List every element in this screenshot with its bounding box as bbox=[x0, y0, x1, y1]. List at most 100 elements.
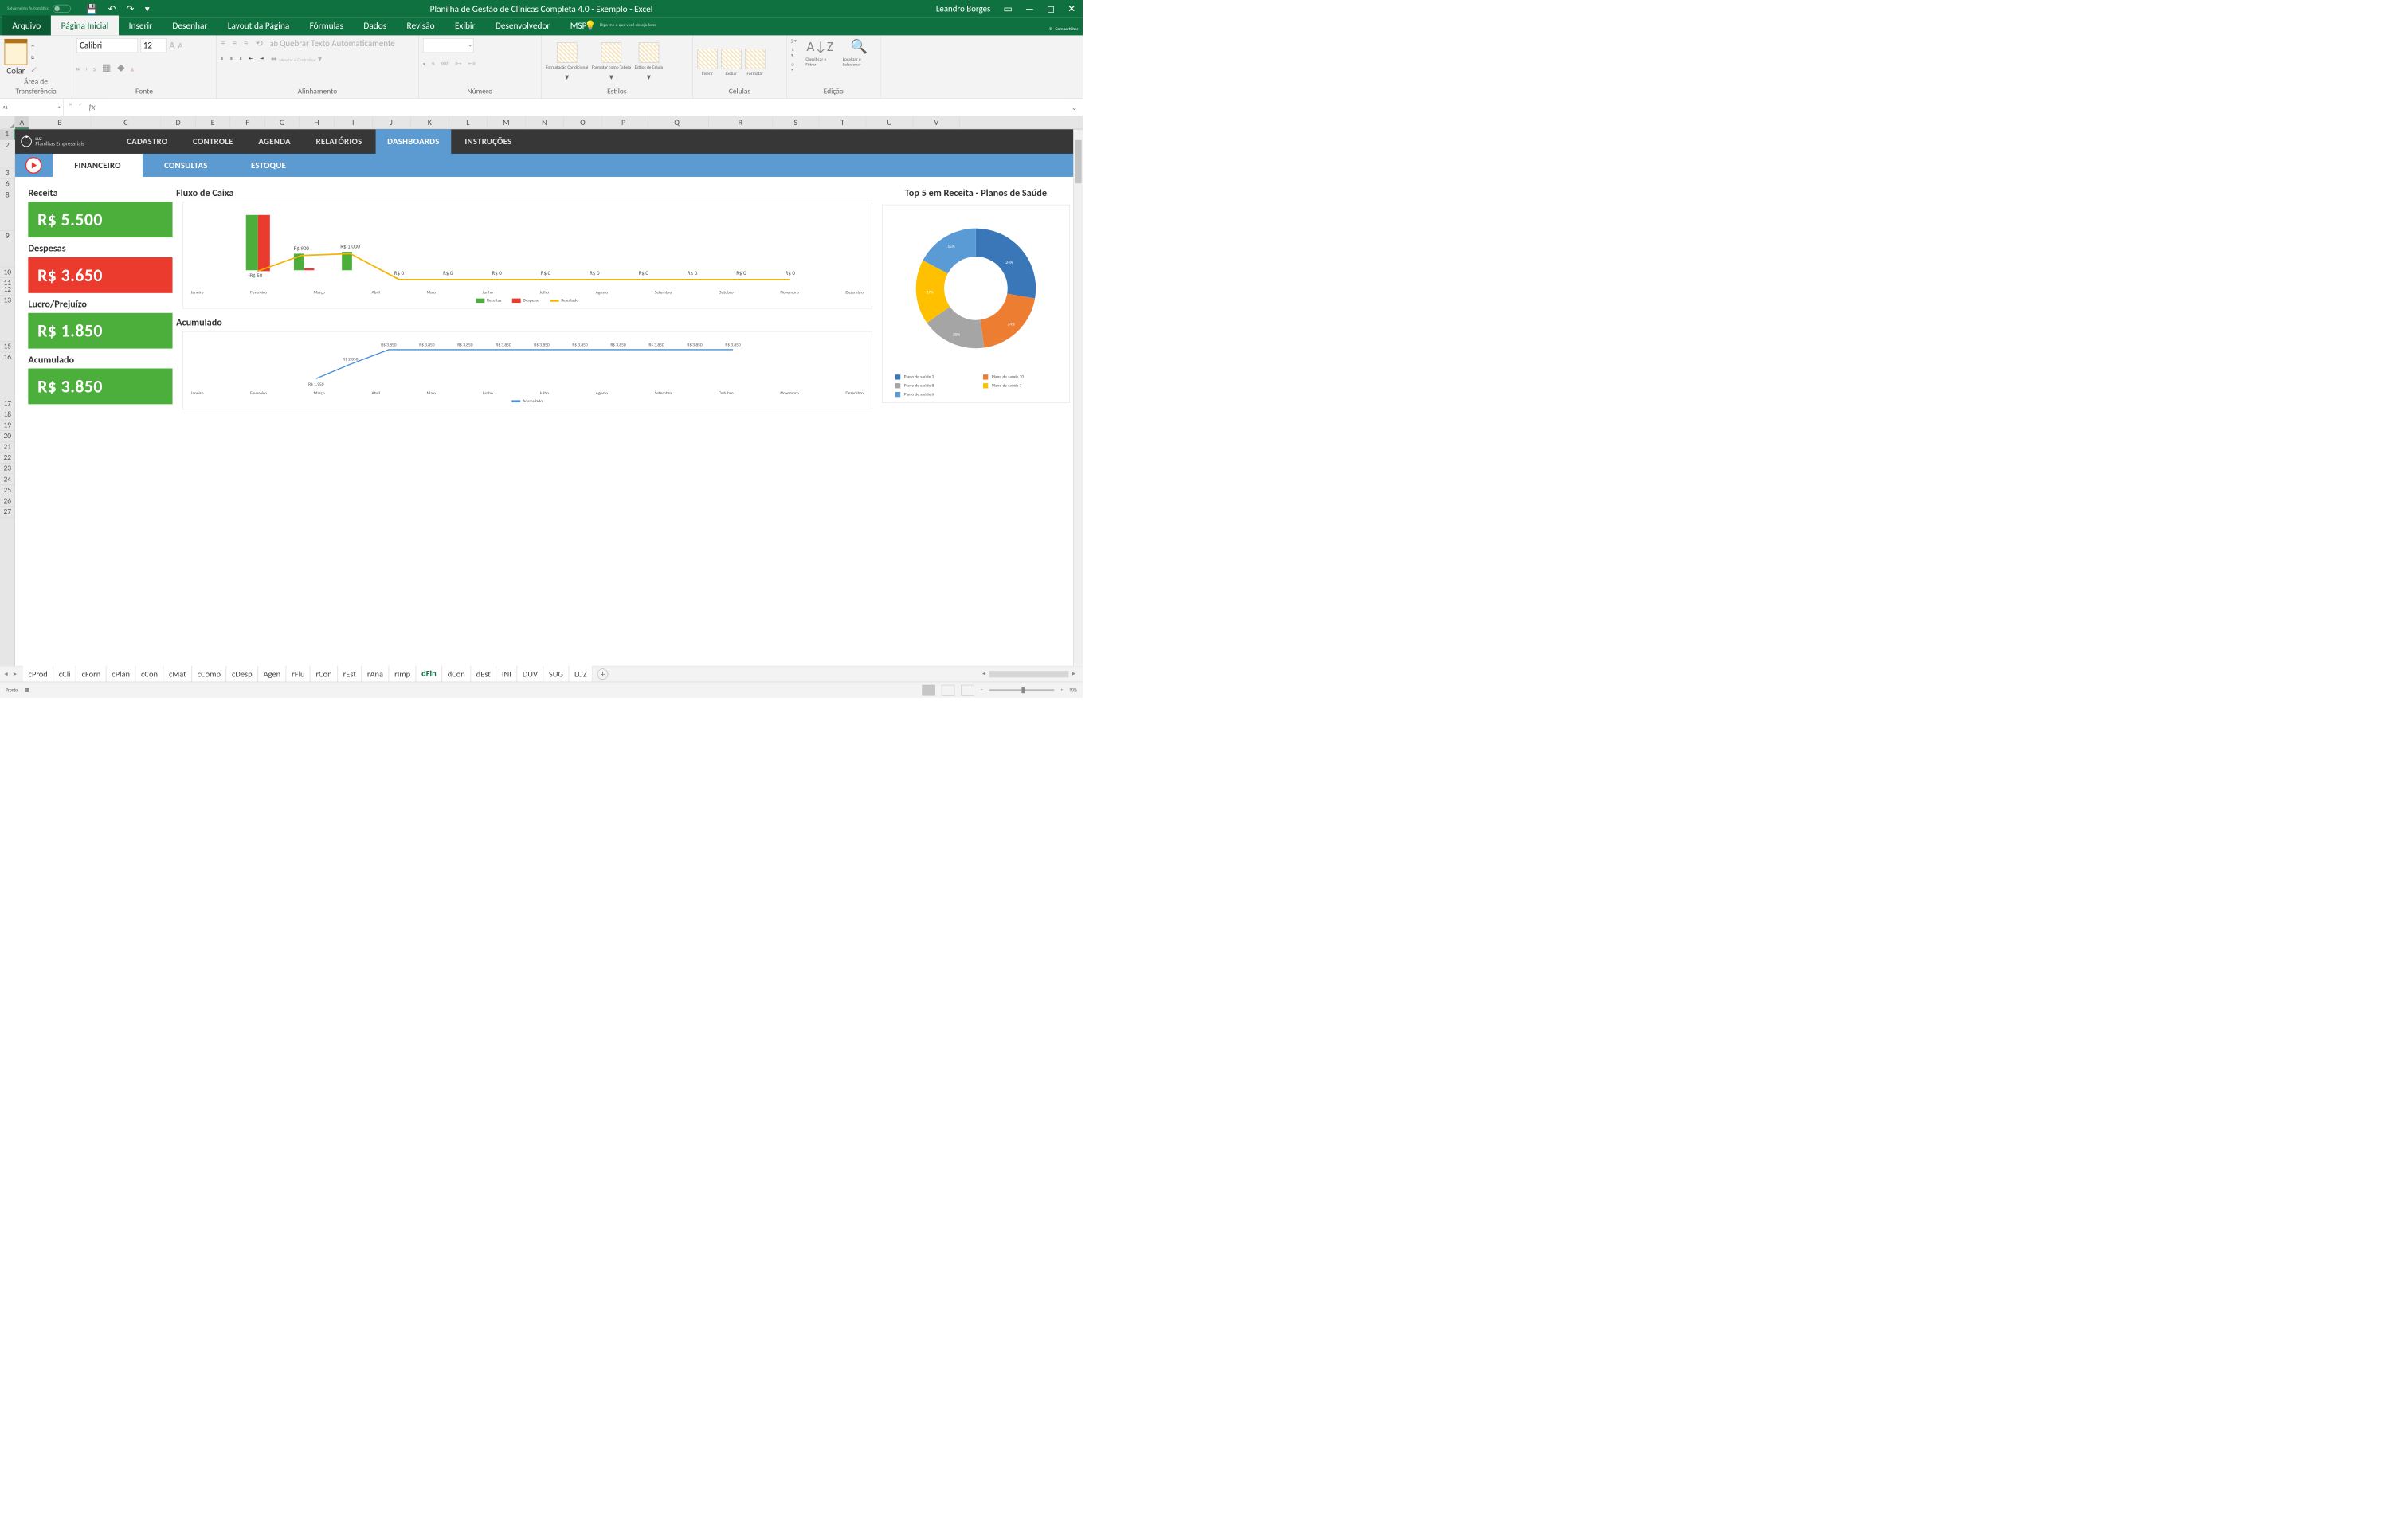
zoom-out-button[interactable]: − bbox=[981, 688, 983, 692]
increase-font-icon[interactable]: A bbox=[169, 39, 175, 53]
cell-styles-button[interactable]: Estilos de Célula ▾ bbox=[635, 42, 664, 82]
col-header[interactable]: C bbox=[91, 116, 161, 129]
align-right-icon[interactable]: ≡ bbox=[240, 56, 242, 61]
conditional-formatting-button[interactable]: Formatação Condicional ▾ bbox=[546, 42, 588, 82]
format-cells-button[interactable]: Formatar bbox=[745, 49, 765, 76]
tab-revisao[interactable]: Revisão bbox=[397, 15, 445, 35]
col-header[interactable]: J bbox=[372, 116, 410, 129]
borders-button[interactable]: ▦ bbox=[102, 62, 111, 73]
col-header[interactable]: B bbox=[29, 116, 91, 129]
tab-exibir[interactable]: Exibir bbox=[445, 15, 485, 35]
font-size-select[interactable] bbox=[141, 38, 167, 53]
col-header[interactable]: U bbox=[866, 116, 913, 129]
align-center-icon[interactable]: ≡ bbox=[230, 56, 233, 61]
expand-formula-bar-icon[interactable]: ⌄ bbox=[1066, 103, 1083, 112]
minimize-icon[interactable]: — bbox=[1025, 3, 1034, 14]
decrease-decimal-icon[interactable]: ←.0 bbox=[468, 61, 475, 67]
percent-format-icon[interactable]: % bbox=[432, 61, 435, 67]
tell-me-search[interactable]: 💡Diga-me o que você deseja fazer bbox=[585, 19, 656, 30]
sheet-tab[interactable]: SUG bbox=[544, 665, 569, 683]
sheet-nav-next-icon[interactable]: ▶ bbox=[14, 672, 17, 677]
paste-icon[interactable] bbox=[4, 39, 27, 65]
sheet-tab[interactable]: INI bbox=[496, 665, 516, 683]
cancel-formula-icon[interactable]: ✕ bbox=[69, 102, 72, 112]
sheet-tab-active[interactable]: dFin bbox=[417, 664, 442, 683]
align-bottom-icon[interactable]: ≡ bbox=[244, 38, 248, 49]
insert-cells-button[interactable]: Inserir bbox=[697, 49, 717, 76]
col-header[interactable]: K bbox=[411, 116, 449, 129]
subtab-estoque[interactable]: ESTOQUE bbox=[229, 154, 308, 177]
align-top-icon[interactable]: ≡ bbox=[221, 38, 225, 49]
tab-pagina-inicial[interactable]: Página Inicial bbox=[51, 15, 119, 35]
sheet-tab[interactable]: Agen bbox=[258, 665, 286, 683]
user-name[interactable]: Leandro Borges bbox=[936, 3, 990, 14]
col-header[interactable]: Q bbox=[645, 116, 709, 129]
increase-decimal-icon[interactable]: .0→ bbox=[454, 61, 461, 67]
format-painter-icon[interactable]: 🖌 bbox=[31, 67, 37, 72]
col-header[interactable]: G bbox=[265, 116, 300, 129]
sheet-tab[interactable]: cForn bbox=[76, 665, 106, 683]
qat-customize-icon[interactable]: ▾ bbox=[145, 3, 150, 14]
nav-instrucoes[interactable]: INSTRUÇÕES bbox=[453, 129, 523, 154]
col-header[interactable]: D bbox=[161, 116, 195, 129]
align-middle-icon[interactable]: ≡ bbox=[233, 38, 237, 49]
col-header[interactable]: N bbox=[526, 116, 564, 129]
col-header[interactable]: R bbox=[709, 116, 773, 129]
sheet-tab[interactable]: cProd bbox=[23, 665, 53, 683]
col-header[interactable]: I bbox=[334, 116, 372, 129]
autosum-icon[interactable]: ∑ ▾ bbox=[791, 38, 797, 44]
col-header[interactable]: E bbox=[196, 116, 230, 129]
close-icon[interactable]: ✕ bbox=[1068, 3, 1076, 14]
bold-button[interactable]: N bbox=[76, 62, 80, 73]
find-select-button[interactable]: 🔍Localizar e Selecionar bbox=[843, 38, 876, 67]
sheet-tab[interactable]: cMat bbox=[164, 665, 192, 683]
view-page-break-icon[interactable] bbox=[961, 685, 974, 696]
ribbon-options-icon[interactable]: ▭ bbox=[1004, 3, 1013, 14]
col-header[interactable]: P bbox=[602, 116, 645, 129]
sheet-tab[interactable]: LUZ bbox=[570, 665, 593, 683]
tab-desenhar[interactable]: Desenhar bbox=[163, 15, 217, 35]
italic-button[interactable]: I bbox=[86, 62, 87, 73]
sheet-scroll-left-icon[interactable]: ◀ bbox=[982, 671, 985, 677]
sheet-tab[interactable]: rEst bbox=[338, 665, 361, 683]
col-header[interactable]: F bbox=[230, 116, 264, 129]
zoom-in-button[interactable]: + bbox=[1060, 688, 1063, 692]
col-header[interactable]: S bbox=[772, 116, 819, 129]
col-header[interactable]: H bbox=[300, 116, 334, 129]
delete-cells-button[interactable]: Excluir bbox=[721, 49, 741, 76]
nav-cadastro[interactable]: CADASTRO bbox=[116, 129, 179, 154]
formula-input[interactable] bbox=[104, 99, 1066, 116]
accounting-format-icon[interactable]: ▾ bbox=[423, 61, 425, 67]
column-headers[interactable]: A B C D E F G H I J K L M N O P Q R S T … bbox=[0, 116, 1083, 129]
orientation-icon[interactable]: ⟲ bbox=[256, 38, 263, 49]
col-header[interactable]: L bbox=[449, 116, 488, 129]
underline-button[interactable]: S bbox=[93, 62, 95, 73]
sheet-tab[interactable]: rAna bbox=[362, 665, 389, 683]
tab-formulas[interactable]: Fórmulas bbox=[300, 15, 354, 35]
wrap-text-button[interactable]: ab Quebrar Texto Automaticamente bbox=[270, 38, 395, 49]
zoom-level[interactable]: 90% bbox=[1069, 688, 1076, 692]
macro-record-icon[interactable]: ▦ bbox=[25, 688, 29, 693]
sheet-tab[interactable]: cComp bbox=[192, 665, 225, 683]
horizontal-scrollbar[interactable] bbox=[989, 671, 1069, 677]
col-header[interactable]: O bbox=[564, 116, 602, 129]
sheet-tab[interactable]: rImp bbox=[390, 665, 416, 683]
sheet-scroll-right-icon[interactable]: ▶ bbox=[1072, 671, 1076, 677]
worksheet[interactable]: 1 2 3 6 8 9 10 11 12 13 15 16 17 18 19 2… bbox=[0, 129, 1083, 666]
sheet-tab[interactable]: cPlan bbox=[107, 665, 135, 683]
fill-color-button[interactable]: ◆ bbox=[117, 62, 124, 73]
zoom-slider[interactable] bbox=[989, 689, 1055, 691]
col-header[interactable]: M bbox=[488, 116, 526, 129]
redo-icon[interactable]: ↷ bbox=[127, 3, 134, 14]
tab-layout[interactable]: Layout da Página bbox=[217, 15, 300, 35]
align-left-icon[interactable]: ≡ bbox=[221, 56, 223, 61]
format-as-table-button[interactable]: Formatar como Tabela ▾ bbox=[592, 42, 631, 82]
sheet-tab[interactable]: cCon bbox=[136, 665, 163, 683]
select-all-triangle[interactable] bbox=[0, 116, 15, 129]
clear-icon[interactable]: ◇ ▾ bbox=[791, 61, 797, 72]
comma-format-icon[interactable]: 000 bbox=[441, 61, 448, 67]
add-sheet-button[interactable]: + bbox=[598, 668, 609, 680]
tab-desenvolvedor[interactable]: Desenvolvedor bbox=[485, 15, 560, 35]
sheet-tab[interactable]: DUV bbox=[518, 665, 543, 683]
undo-icon[interactable]: ↶ bbox=[108, 3, 116, 14]
